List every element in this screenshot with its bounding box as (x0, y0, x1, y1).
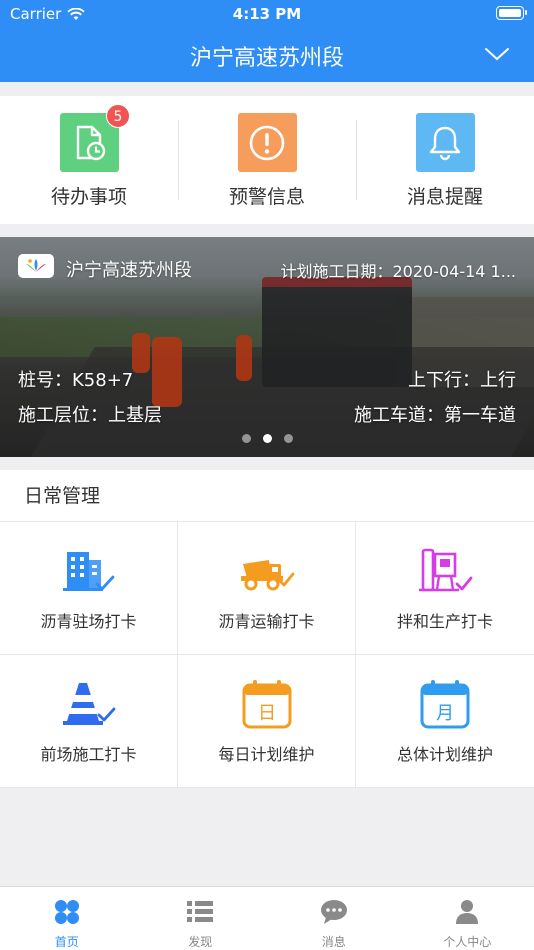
banner-direction: 上下行：上行 (408, 370, 516, 391)
tab-home[interactable]: 首页 (0, 887, 134, 950)
grid-item-label: 沥青运输打卡 (218, 612, 315, 631)
quick-actions: 5 待办事项 预警信息 消息提醒 (0, 96, 534, 224)
traffic-cone-check-icon (62, 683, 115, 725)
daily-management-grid: 沥青驻场打卡 沥青运输打卡 拌和生产打卡 前场施工打卡 日 每日计划维护 月 总… (0, 522, 534, 788)
divider (356, 120, 357, 200)
quick-action-todo[interactable]: 5 待办事项 (0, 96, 178, 224)
project-logo-icon (18, 254, 54, 278)
todo-count-badge: 5 (106, 104, 130, 128)
banner-section-name: 沪宁高速苏州段 (66, 260, 192, 281)
bottom-tab-bar: 首页 发现 消息 个人中心 (0, 886, 534, 950)
tab-messages[interactable]: 消息 (267, 887, 401, 950)
grid-item-label: 每日计划维护 (218, 745, 315, 764)
grid-item-label: 前场施工打卡 (40, 745, 137, 764)
tab-label: 个人中心 (443, 935, 492, 949)
grid-item-label: 拌和生产打卡 (396, 612, 493, 631)
daily-plan-maintenance[interactable]: 日 每日计划维护 (178, 655, 356, 788)
warning-icon (237, 113, 297, 172)
tab-label: 消息 (321, 935, 346, 949)
pager-dot[interactable] (241, 434, 251, 443)
banner-lane: 施工车道：第一车道 (354, 405, 516, 426)
chat-bubble-icon (320, 900, 347, 924)
list-icon (187, 901, 214, 922)
banner-plan-date: 计划施工日期：2020-04-14 1... (280, 262, 516, 281)
overall-plan-maintenance[interactable]: 月 总体计划维护 (356, 655, 534, 788)
building-check-icon (62, 552, 114, 591)
banner-stake: 桩号：K58+7 (18, 370, 134, 391)
battery-icon (496, 6, 527, 20)
tab-profile[interactable]: 个人中心 (401, 887, 534, 950)
tab-discover[interactable]: 发现 (134, 887, 268, 950)
status-time: 4:13 PM (232, 5, 302, 23)
tab-label: 首页 (54, 935, 79, 949)
calendar-month-icon: 月 (420, 680, 470, 729)
quick-action-messages[interactable]: 消息提醒 (356, 96, 534, 224)
mixing-production-checkin[interactable]: 拌和生产打卡 (356, 522, 534, 655)
calendar-day-icon: 日 (242, 680, 291, 729)
bell-icon (415, 113, 475, 172)
truck-check-icon (240, 560, 294, 591)
tab-label: 发现 (188, 935, 213, 949)
quick-action-label: 待办事项 (50, 186, 127, 208)
person-icon (456, 900, 479, 924)
asphalt-transport-checkin[interactable]: 沥青运输打卡 (178, 522, 356, 655)
section-title: 日常管理 (0, 470, 534, 522)
construction-banner[interactable]: 沪宁高速苏州段 计划施工日期：2020-04-14 1... 桩号：K58+7 … (0, 237, 534, 457)
banner-pager[interactable] (0, 434, 534, 443)
front-construction-checkin[interactable]: 前场施工打卡 (0, 655, 178, 788)
asphalt-station-checkin[interactable]: 沥青驻场打卡 (0, 522, 178, 655)
pager-dot-active[interactable] (262, 434, 272, 443)
status-bar: Carrier 4:13 PM (0, 0, 534, 28)
quick-action-label: 预警信息 (228, 186, 305, 208)
divider (178, 120, 179, 200)
svg-text:日: 日 (258, 703, 276, 724)
mixing-plant-icon (419, 548, 473, 592)
quick-action-warning[interactable]: 预警信息 (178, 96, 356, 224)
daily-management-section: 日常管理 沥青驻场打卡 沥青运输打卡 拌和生产打卡 前场施工打卡 日 每日计划维… (0, 470, 534, 788)
chevron-down-icon[interactable] (484, 44, 510, 64)
grid-item-label: 沥青驻场打卡 (40, 612, 137, 631)
page-title: 沪宁高速苏州段 (189, 46, 344, 71)
quick-action-label: 消息提醒 (406, 186, 483, 208)
top-bar: Carrier 4:13 PM 沪宁高速苏州段 (0, 0, 534, 82)
home-grid-icon (54, 900, 79, 924)
grid-item-label: 总体计划维护 (396, 745, 493, 764)
svg-text:月: 月 (436, 703, 454, 724)
banner-layer: 施工层位：上基层 (18, 405, 162, 426)
pager-dot[interactable] (283, 434, 293, 443)
